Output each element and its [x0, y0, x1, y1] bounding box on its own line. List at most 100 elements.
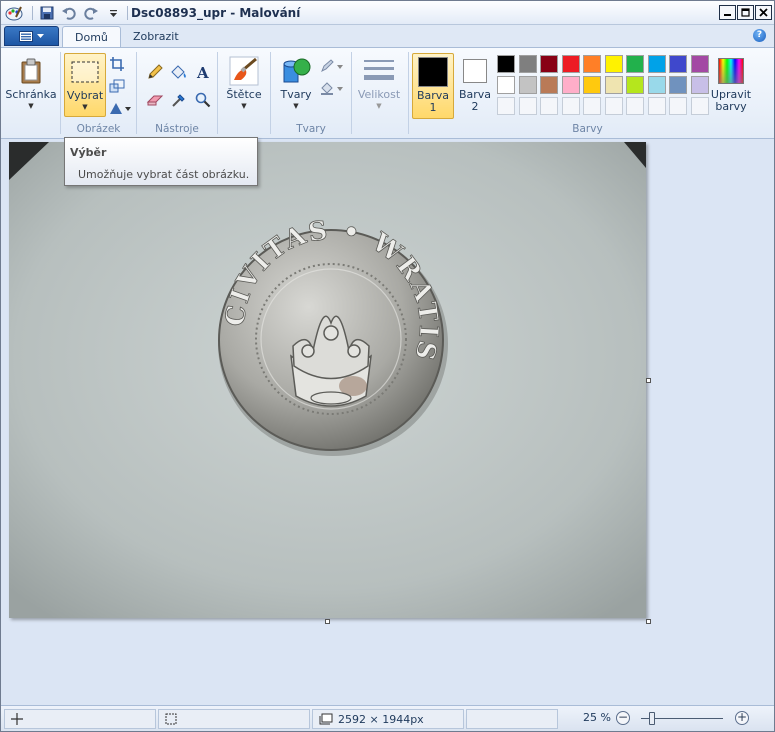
palette-swatch[interactable] — [626, 76, 644, 94]
select-button[interactable]: Vybrat ▼ — [64, 53, 106, 117]
redo-icon[interactable] — [80, 4, 102, 22]
shapes-label: Tvary — [280, 88, 312, 101]
zoom-slider-thumb[interactable] — [649, 712, 655, 725]
palette-swatch[interactable] — [647, 55, 666, 73]
shapes-group: Tvary ▼ Tvary — [271, 50, 351, 136]
chevron-down-icon: ▼ — [376, 102, 382, 110]
palette-swatch[interactable] — [604, 76, 623, 94]
image-size-icon — [319, 713, 333, 725]
custom-color-slot[interactable] — [518, 97, 537, 115]
custom-color-slot[interactable] — [561, 97, 580, 115]
tools-group: A Nástroje — [137, 50, 217, 136]
selection-size-cell — [158, 709, 310, 729]
palette-swatch[interactable] — [540, 55, 558, 73]
palette-swatch[interactable] — [690, 76, 709, 94]
palette-swatch[interactable] — [583, 76, 601, 94]
fill-bucket-icon[interactable] — [169, 62, 189, 82]
ribbon-tab-row: Domů Zobrazit ? — [1, 25, 774, 47]
crosshair-icon — [11, 713, 23, 725]
palette-swatch[interactable] — [561, 76, 580, 94]
tab-home[interactable]: Domů — [62, 26, 121, 47]
custom-color-slot[interactable] — [604, 97, 623, 115]
color1-button[interactable]: Barva 1 — [412, 53, 454, 119]
palette-swatch[interactable] — [626, 55, 644, 73]
custom-color-slot[interactable] — [690, 97, 709, 115]
resize-icon[interactable] — [107, 76, 127, 96]
custom-color-slot[interactable] — [540, 97, 558, 115]
clipboard-button[interactable]: Schránka ▼ — [5, 53, 57, 117]
outline-icon[interactable] — [319, 56, 345, 76]
palette-swatch[interactable] — [669, 55, 687, 73]
clipboard-group: Schránka ▼ — [5, 50, 61, 136]
close-button[interactable] — [755, 5, 772, 20]
text-icon[interactable]: A — [193, 62, 213, 82]
palette-swatch[interactable] — [540, 76, 558, 94]
menu-icon — [19, 30, 33, 42]
palette-swatch[interactable] — [669, 76, 687, 94]
rotate-icon[interactable] — [107, 98, 133, 118]
maximize-button[interactable] — [737, 5, 754, 20]
image-canvas[interactable]: CIVITAS • WRATIS — [9, 142, 646, 618]
palette-swatch[interactable] — [690, 55, 709, 73]
palette-swatch[interactable] — [583, 55, 601, 73]
custom-color-slot[interactable] — [647, 97, 666, 115]
palette-swatch[interactable] — [561, 55, 580, 73]
undo-icon[interactable] — [58, 4, 80, 22]
eraser-icon[interactable] — [145, 90, 165, 110]
palette-swatch[interactable] — [604, 55, 623, 73]
image-group: Vybrat ▼ Obrázek — [61, 50, 136, 136]
color-picker-icon[interactable] — [169, 90, 189, 110]
select-icon — [69, 56, 101, 88]
resize-handle-corner[interactable] — [646, 619, 651, 624]
fill-icon[interactable] — [319, 78, 345, 98]
application-menu-button[interactable] — [4, 26, 59, 46]
custom-color-slot[interactable] — [626, 97, 644, 115]
palette-swatch[interactable] — [497, 76, 515, 94]
resize-handle-right[interactable] — [646, 378, 651, 383]
edit-colors-label-2: barvy — [715, 100, 747, 113]
paint-app-icon[interactable] — [5, 5, 23, 21]
clipboard-icon — [15, 55, 47, 87]
pencil-icon[interactable] — [145, 62, 165, 82]
magnifier-icon[interactable] — [193, 90, 213, 110]
chevron-down-icon: ▼ — [293, 102, 299, 110]
palette-swatch[interactable] — [518, 76, 537, 94]
custom-color-slot[interactable] — [497, 97, 515, 115]
tooltip-description: Umožňuje vybrat část obrázku. — [78, 168, 250, 181]
custom-color-slot[interactable] — [669, 97, 687, 115]
crop-icon[interactable] — [107, 54, 127, 74]
image-size-cell: 2592 × 1944px — [312, 709, 464, 729]
color2-button[interactable]: Barva 2 — [454, 53, 496, 119]
resize-handle-bottom[interactable] — [325, 619, 330, 624]
tab-view[interactable]: Zobrazit — [121, 26, 191, 47]
selection-icon — [165, 713, 177, 725]
quick-access-toolbar — [29, 4, 131, 22]
save-icon[interactable] — [36, 4, 58, 22]
brushes-label: Štětce — [226, 88, 262, 101]
palette-swatch[interactable] — [647, 76, 666, 94]
brushes-group: Štětce ▼ — [218, 50, 270, 136]
palette-swatch[interactable] — [497, 55, 515, 73]
colors-group: Barva 1 Barva 2 Upravit barvy Barvy — [409, 50, 774, 136]
colors-group-label: Barvy — [572, 123, 603, 135]
help-icon[interactable]: ? — [753, 29, 766, 42]
zoom-out-button[interactable]: − — [616, 711, 630, 725]
paint-window: Dsc08893_upr - Malování Domů Zobrazit ? … — [0, 0, 775, 732]
select-label: Vybrat — [66, 89, 104, 102]
color1-swatch — [418, 57, 448, 87]
zoom-in-button[interactable]: + — [735, 711, 749, 725]
custom-color-slot[interactable] — [583, 97, 601, 115]
shapes-button[interactable]: Tvary ▼ — [275, 53, 317, 117]
minimize-button[interactable] — [719, 5, 736, 20]
size-button[interactable]: Velikost ▼ — [357, 53, 401, 117]
brush-icon — [228, 55, 260, 87]
brushes-button[interactable]: Štětce ▼ — [223, 53, 265, 117]
clipboard-label: Schránka — [5, 88, 57, 101]
size-group: Velikost ▼ — [352, 50, 408, 136]
tooltip-title: Výběr — [70, 146, 107, 159]
shapes-icon — [280, 55, 312, 87]
edit-colors-button[interactable]: Upravit barvy — [709, 53, 753, 119]
customize-toolbar-icon[interactable] — [102, 4, 124, 22]
color1-number: 1 — [429, 101, 437, 114]
palette-swatch[interactable] — [518, 55, 537, 73]
